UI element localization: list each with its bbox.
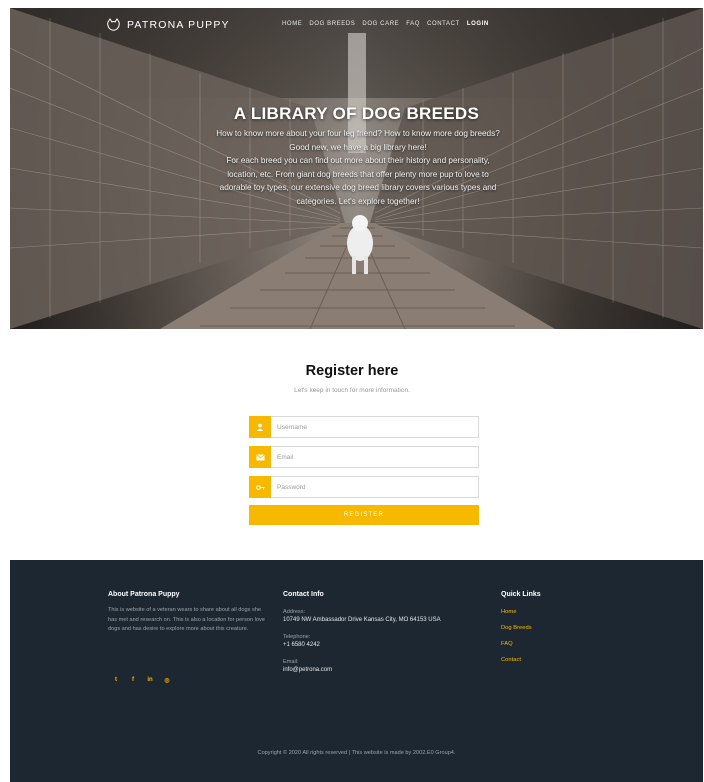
social-links: t f in ◎	[112, 677, 171, 684]
key-icon	[249, 476, 271, 498]
hero-line: adorable toy types, our extensive dog br…	[219, 183, 497, 192]
footer-link-home[interactable]: Home	[501, 609, 516, 615]
username-field	[249, 416, 479, 438]
hero-line: How to know more about your four leg fri…	[216, 129, 500, 138]
brand-name: PATRONA PUPPY	[127, 19, 230, 31]
nav-faq[interactable]: FAQ	[406, 21, 420, 27]
twitter-icon[interactable]: t	[112, 677, 120, 684]
address-label: Address:	[283, 609, 306, 615]
footer: About Patrona Puppy This is website of a…	[10, 560, 703, 782]
username-input[interactable]	[271, 422, 469, 432]
linkedin-icon[interactable]: in	[146, 677, 154, 684]
password-field	[249, 476, 479, 498]
nav-dog-care[interactable]: DOG CARE	[362, 21, 399, 27]
envelope-icon	[249, 446, 271, 468]
telephone-label: Telephone:	[283, 634, 311, 640]
nav-contact[interactable]: CONTACT	[427, 21, 460, 27]
register-button[interactable]: REGISTER	[249, 505, 479, 525]
footer-link-dog-breeds[interactable]: Dog Breeds	[501, 625, 532, 631]
instagram-icon[interactable]: ◎	[163, 677, 171, 684]
footer-link-faq[interactable]: FAQ	[501, 641, 513, 647]
telephone-value: +1 6580 4242	[283, 642, 320, 648]
hero-line: location, etc. From giant dog breeds tha…	[227, 169, 489, 179]
email-label: Email:	[283, 659, 299, 665]
email-field	[249, 446, 479, 468]
nav-home[interactable]: HOME	[282, 21, 302, 27]
hero-line: categories. Let's explore together!	[296, 196, 420, 206]
email-input[interactable]	[271, 452, 469, 462]
register-title: Register here	[305, 363, 399, 379]
facebook-icon[interactable]: f	[129, 677, 137, 684]
nav-dog-breeds[interactable]: DOG BREEDS	[309, 21, 355, 27]
copyright: Copyright © 2020 All rights reserved | T…	[257, 750, 456, 756]
address-value: 10749 NW Ambassador Drive Kansas City, M…	[283, 617, 441, 623]
nav-login[interactable]: LOGIN	[467, 21, 489, 27]
register-subtitle: Let's keep in touch for more information…	[294, 387, 410, 394]
about-text: This is website of a veteran wears to sh…	[108, 607, 265, 633]
hero-description: How to know more about your four leg fri…	[190, 127, 526, 208]
hero-banner: PATRONA PUPPY HOME DOG BREEDS DOG CARE F…	[10, 8, 703, 329]
footer-link-contact[interactable]: Contact	[501, 657, 521, 663]
dog-icon	[107, 18, 120, 31]
main-menu: HOME DOG BREEDS DOG CARE FAQ CONTACT LOG…	[282, 21, 489, 27]
user-icon	[249, 416, 271, 438]
top-nav: PATRONA PUPPY HOME DOG BREEDS DOG CARE F…	[10, 8, 703, 42]
hero-line: Good new, we have a big library here!	[289, 142, 427, 152]
email-value[interactable]: info@petrona.com	[283, 667, 332, 673]
hero-title: A LIBRARY OF DOG BREEDS	[233, 104, 480, 123]
hero-line: For each breed you can find out more abo…	[226, 156, 490, 165]
quick-links-heading: Quick Links	[501, 591, 541, 598]
contact-heading: Contact Info	[283, 591, 324, 598]
password-input[interactable]	[271, 482, 469, 492]
about-heading: About Patrona Puppy	[108, 591, 180, 598]
brand-logo[interactable]: PATRONA PUPPY	[106, 18, 230, 32]
